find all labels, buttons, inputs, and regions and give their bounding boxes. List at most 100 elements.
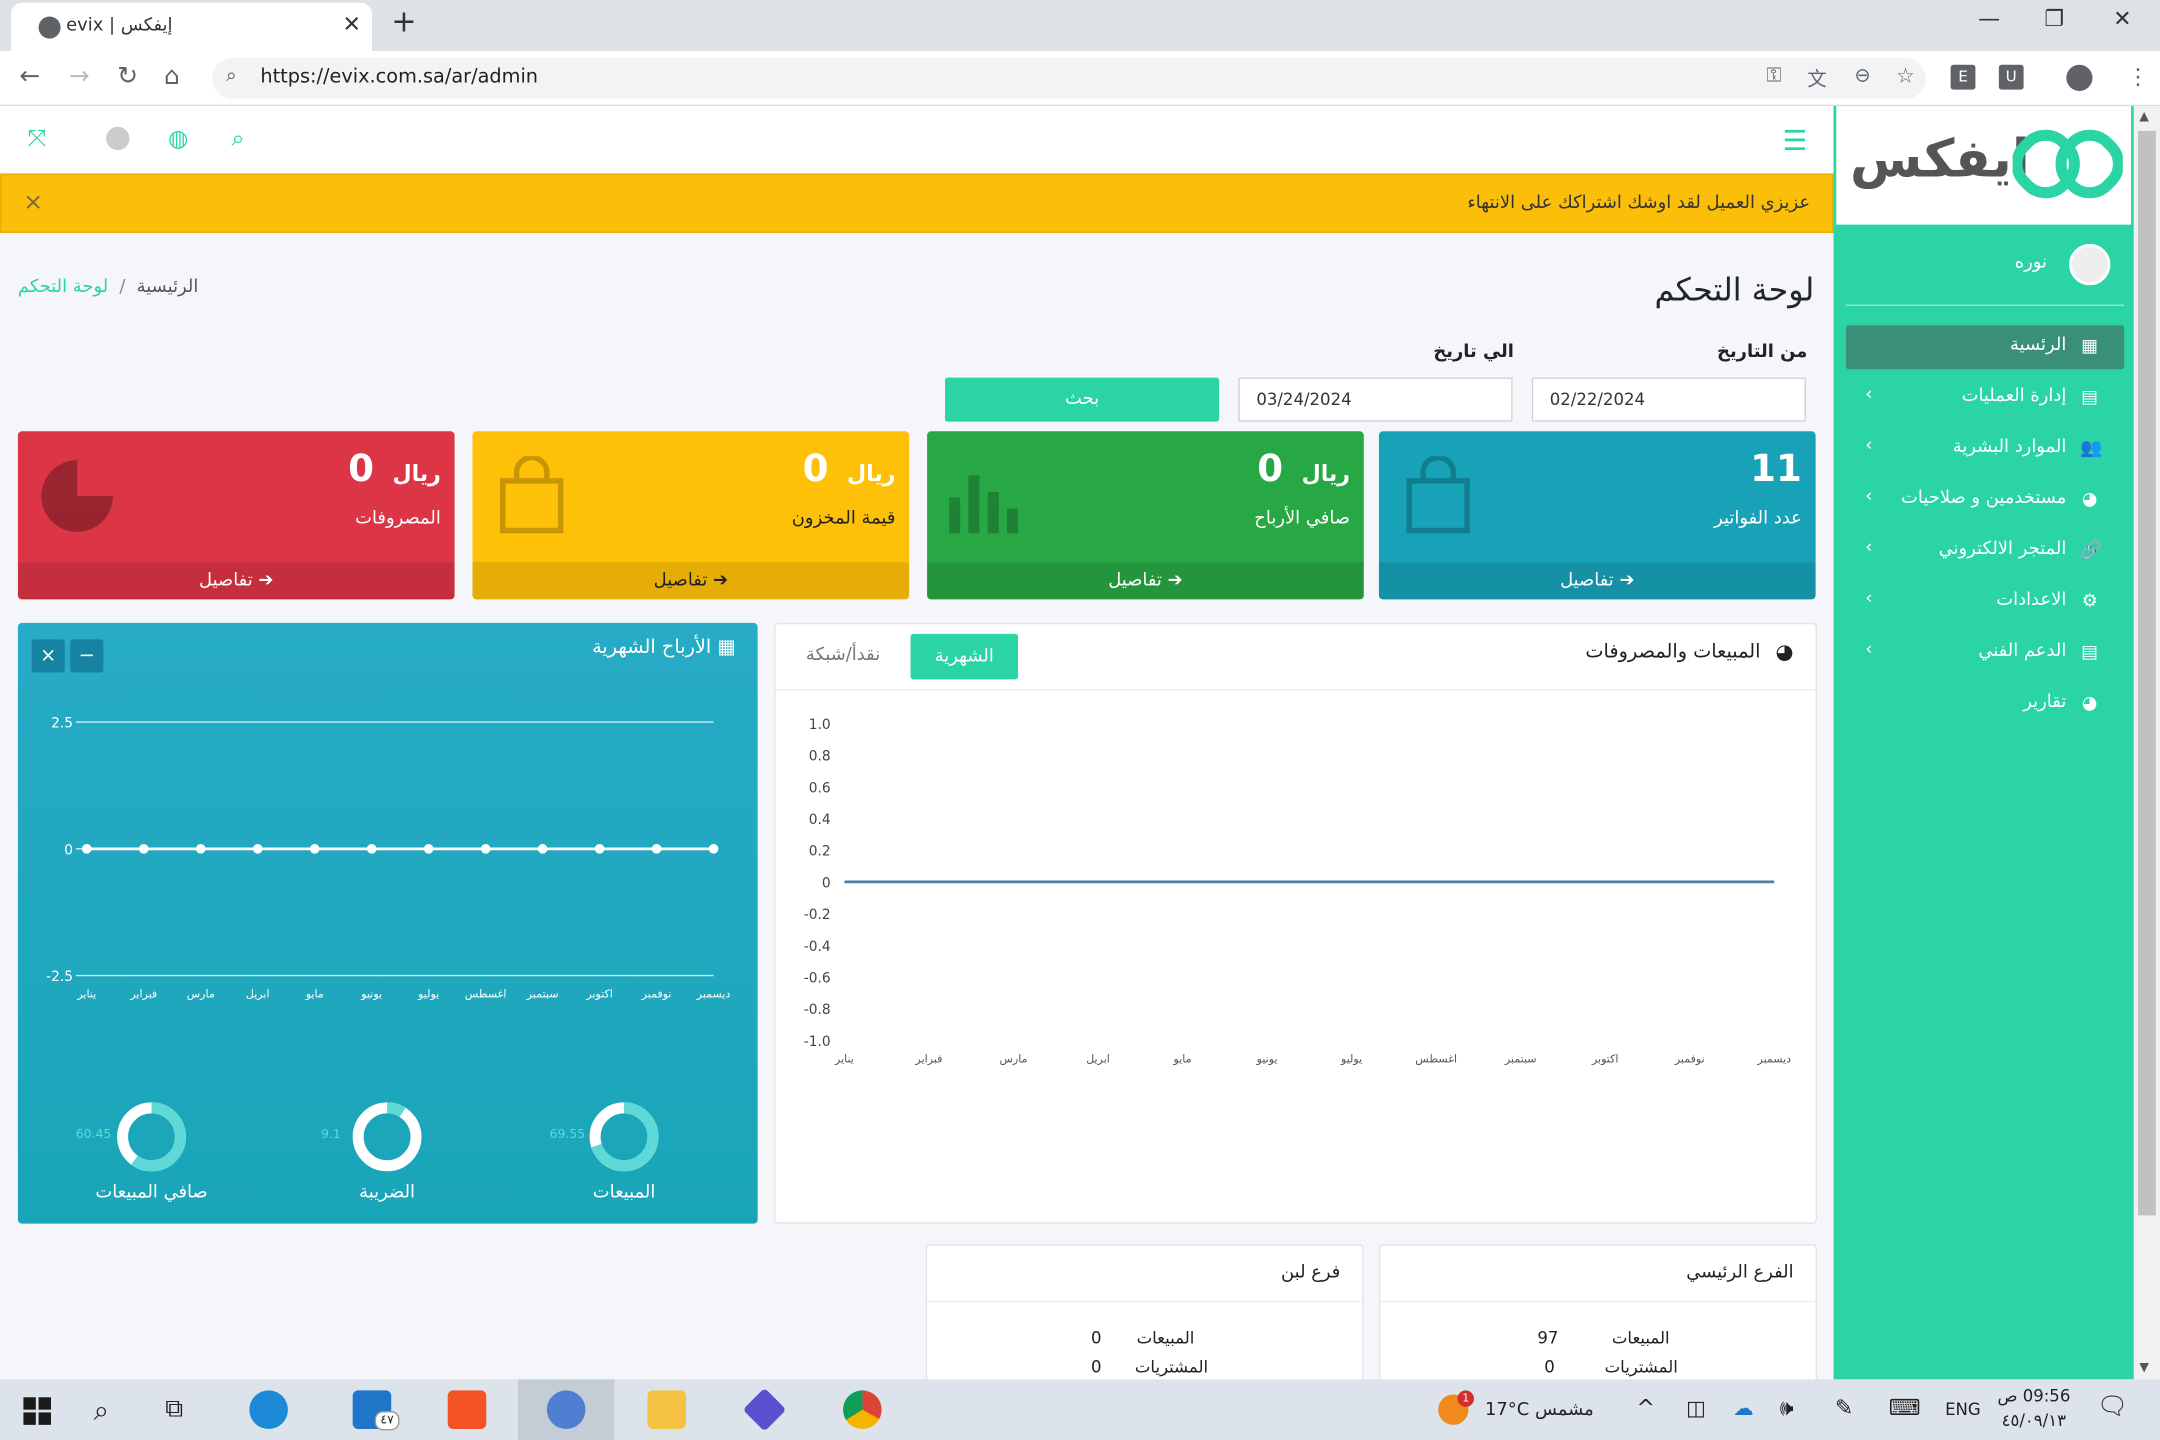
sidebar-item[interactable]: ▦ الرئسية [1845, 325, 2125, 370]
extension-u-icon[interactable]: U [1998, 64, 2024, 90]
address-bar[interactable]: ⌕ https://evix.com.sa/ar/admin ⚿ 文 ⊖ ☆ [212, 57, 1926, 100]
back-icon[interactable]: ← [19, 62, 40, 91]
y-tick-label: 0.8 [809, 749, 831, 765]
x-tick-label: يوليو [417, 988, 439, 1001]
home-icon[interactable]: ⌂ [164, 62, 180, 91]
search-button[interactable]: بحث [944, 377, 1220, 422]
shopping-bag-icon [500, 456, 564, 534]
meet-icon[interactable]: ◫ [1686, 1396, 1706, 1421]
profit-point [651, 844, 662, 854]
sidebar-item[interactable]: ▤ الدعم الفني ‹ [1846, 631, 2124, 675]
clock-time[interactable]: 09:56 ص [1997, 1386, 2070, 1405]
profile-icon[interactable] [2066, 64, 2093, 91]
breadcrumb-home[interactable]: الرئيسية [137, 277, 199, 298]
tray-chevron-icon[interactable]: ^ [1637, 1395, 1655, 1421]
branch-sales-label: المبيعات [1611, 1328, 1670, 1348]
windows-start-icon[interactable] [23, 1397, 51, 1425]
browser-tab[interactable]: evix | إيفكس ✕ [11, 2, 372, 51]
sidebar-item[interactable]: ⚙ الاعدادات ‹ [1846, 580, 2124, 624]
minimize-panel-button[interactable]: − [70, 639, 104, 673]
link-icon: 🔗 [2080, 540, 2103, 561]
scroll-down-icon[interactable]: ▼ [2139, 1361, 2149, 1375]
translate-icon[interactable]: 文 [1807, 65, 1826, 93]
minimize-window-button[interactable]: — [1978, 6, 2000, 32]
volume-icon[interactable]: 🕪 [1780, 1395, 1794, 1423]
pen-icon[interactable]: ✎ [1835, 1395, 1853, 1421]
chevron-icon: ‹ [1865, 486, 1873, 508]
task-view-icon[interactable]: ⧉ [165, 1395, 183, 1424]
logo-mark-icon [2012, 129, 2123, 199]
y-tick-label: 0 [64, 842, 73, 858]
menu-dots-icon[interactable]: ⋮ [2127, 63, 2149, 89]
users-icon: 👥 [2080, 438, 2103, 459]
tab-monthly[interactable]: الشهرية [910, 633, 1019, 680]
branch-sales-value: 97 [1537, 1328, 1559, 1348]
donut-tax-label: الضريبة [359, 1182, 416, 1203]
forward-icon[interactable]: → [69, 62, 90, 91]
language-globe-icon[interactable]: ◍ [168, 125, 188, 153]
to-date-input[interactable]: 03/24/2024 [1238, 377, 1513, 422]
new-tab-button[interactable]: + [391, 6, 416, 40]
sidebar-item-label: المتجر الالكتروني [1938, 538, 2067, 560]
notification-center-icon[interactable]: 🗨 [2097, 1392, 2128, 1421]
close-tab-icon[interactable]: ✕ [342, 11, 360, 37]
sidebar-item[interactable]: ▤ إدارة العمليات ‹ [1846, 376, 2124, 420]
x-tick-label: اكتوبر [1591, 1052, 1618, 1065]
y-tick-label: -2.5 [46, 969, 73, 985]
zoom-icon[interactable]: ⊖ [1855, 65, 1871, 87]
close-window-button[interactable]: ✕ [2113, 6, 2131, 32]
chrome-icon[interactable] [843, 1390, 882, 1429]
language-indicator[interactable]: ENG [1945, 1400, 1981, 1419]
card-details-link[interactable]: تفاصيل ➔ [472, 562, 910, 600]
from-date-input[interactable]: 02/22/2024 [1531, 377, 1806, 422]
pie-icon: ◕ [2081, 489, 2098, 510]
x-tick-label: نوفمبر [641, 988, 672, 1001]
scrollbar-thumb[interactable] [2137, 130, 2156, 1216]
reload-icon[interactable]: ↻ [117, 62, 138, 91]
y-tick-label: 0.4 [809, 812, 831, 828]
key-icon[interactable]: ⚿ [1766, 65, 1781, 87]
sidebar-item-label: إدارة العمليات [1961, 385, 2067, 407]
x-tick-label: اغسطس [1415, 1052, 1457, 1065]
branch-sales-label: المبيعات [1136, 1328, 1195, 1348]
extension-e-icon[interactable]: E [1950, 64, 1976, 90]
bookmark-star-icon[interactable]: ☆ [1896, 63, 1915, 88]
donut-sales-label: المبيعات [592, 1182, 656, 1203]
store-icon[interactable] [447, 1390, 487, 1429]
keyboard-icon[interactable]: ⌨ [1889, 1395, 1921, 1421]
onedrive-icon[interactable]: ☁ [1733, 1396, 1754, 1421]
weather-text[interactable]: 17°C مشمس [1485, 1400, 1594, 1421]
close-panel-button[interactable]: × [31, 639, 65, 673]
card-details-link[interactable]: تفاصيل ➔ [17, 562, 455, 600]
card-caption: المصروفات [355, 508, 441, 530]
file-explorer-icon[interactable] [647, 1390, 687, 1429]
scroll-up-icon[interactable]: ▲ [2139, 110, 2149, 124]
gears-icon: ⚙ [2081, 591, 2098, 612]
card-details-link[interactable]: تفاصيل ➔ [1378, 562, 1816, 600]
edge-icon[interactable] [249, 1390, 288, 1429]
clock-date[interactable]: ٤٥/٠٩/١٣ [2002, 1411, 2066, 1430]
card-value: 0 ريال [802, 447, 896, 491]
mail-badge: ٤٧ [374, 1411, 400, 1431]
branch-purchases-label: المشتريات [1134, 1357, 1209, 1377]
sidebar-user[interactable]: نوره [1846, 241, 2122, 296]
sidebar-item[interactable]: 👥 الموارد البشرية ‹ [1846, 427, 2124, 471]
sidebar-item[interactable]: ◕ مستخدمين و صلاحيات ‹ [1846, 478, 2124, 522]
user-avatar-icon[interactable] [106, 126, 130, 151]
search-icon: ⌕ [225, 64, 237, 87]
page-title: لوحة التحكم [1654, 272, 1815, 309]
card-details-link[interactable]: تفاصيل ➔ [927, 562, 1364, 600]
search-icon[interactable]: ⌕ [231, 125, 244, 153]
taskbar-search-icon[interactable]: ⌕ [94, 1393, 109, 1426]
hamburger-menu-icon[interactable]: ☰ [1783, 124, 1808, 157]
sidebar-item[interactable]: ◕ تقارير [1846, 682, 2124, 726]
profit-point [480, 844, 491, 854]
alert-close-button[interactable]: × [23, 189, 43, 217]
sidebar-item-label: الموارد البشرية [1952, 436, 2067, 458]
tab-cash-network[interactable]: نقدأ/شبكة [806, 645, 880, 666]
y-tick-label: -1.0 [804, 1034, 831, 1050]
fullscreen-icon[interactable]: ⤧ [28, 125, 47, 153]
restore-window-button[interactable]: ❐ [2044, 6, 2064, 32]
chrome-profile-icon[interactable] [546, 1390, 586, 1429]
sidebar-item[interactable]: 🔗 المتجر الالكتروني ‹ [1846, 529, 2124, 573]
